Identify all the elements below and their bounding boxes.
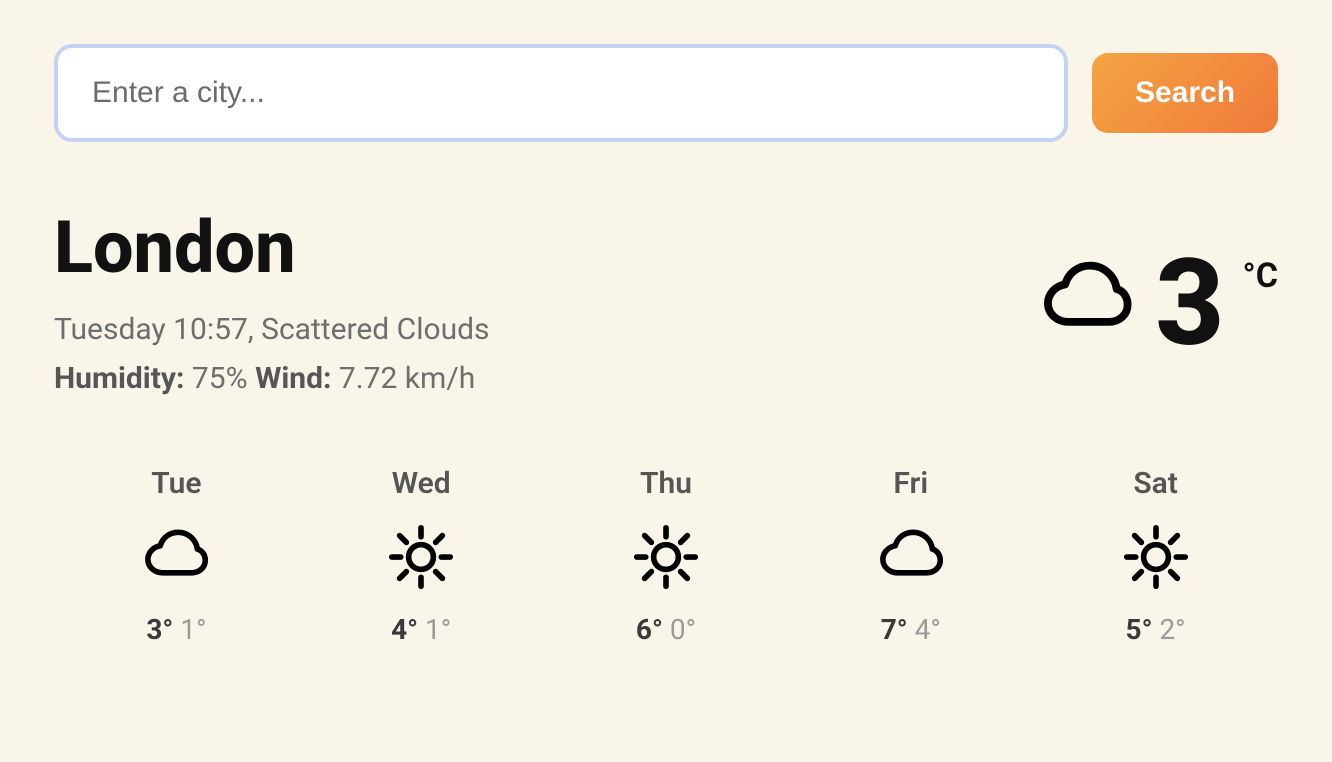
forecast-day: Tue 3° 1° — [140, 466, 212, 646]
forecast-hi: 6° — [636, 613, 663, 646]
forecast-temps: 5° 2° — [1126, 613, 1186, 646]
forecast-lo: 2° — [1159, 613, 1185, 646]
forecast-hi: 5° — [1126, 613, 1153, 646]
forecast-lo: 0° — [670, 613, 696, 646]
humidity-label: Humidity: — [54, 361, 184, 396]
city-search-input[interactable] — [54, 44, 1068, 142]
forecast-temps: 4° 1° — [391, 613, 451, 646]
forecast-hi: 4° — [391, 613, 418, 646]
forecast-lo: 1° — [180, 613, 206, 646]
forecast-day: Thu 6° 0° — [630, 466, 702, 646]
sun-icon — [385, 521, 457, 593]
temp-unit: °C — [1243, 256, 1279, 296]
forecast-day-label: Sat — [1133, 466, 1178, 501]
forecast-temps: 6° 0° — [636, 613, 696, 646]
current-temp-block: 3 °C — [1037, 250, 1278, 358]
city-name: London — [54, 212, 490, 284]
forecast-day-label: Wed — [392, 466, 451, 501]
forecast-temps: 3° 1° — [146, 613, 206, 646]
forecast-hi: 7° — [881, 613, 908, 646]
sun-icon — [630, 521, 702, 593]
forecast-day: Wed 4° 1° — [385, 466, 457, 646]
forecast-hi: 3° — [146, 613, 173, 646]
datetime-condition: Tuesday 10:57, Scattered Clouds — [54, 312, 490, 347]
search-button[interactable]: Search — [1092, 53, 1278, 133]
search-row: Search — [54, 44, 1278, 142]
current-left: London Tuesday 10:57, Scattered Clouds H… — [54, 212, 490, 396]
cloud-icon — [1037, 250, 1137, 350]
forecast-row: Tue 3° 1° Wed 4° 1° Thu 6° 0° Fri 7° 4° … — [54, 466, 1278, 646]
forecast-day: Sat 5° 2° — [1120, 466, 1192, 646]
forecast-day-label: Thu — [640, 466, 692, 501]
forecast-lo: 4° — [915, 613, 941, 646]
wind-value: 7.72 km/h — [339, 361, 475, 396]
wind-label: Wind: — [255, 361, 331, 396]
forecast-lo: 1° — [425, 613, 451, 646]
humidity-value: 75% — [192, 361, 248, 396]
current-temp: 3 — [1155, 250, 1224, 358]
sun-icon — [1120, 521, 1192, 593]
forecast-day-label: Tue — [151, 466, 201, 501]
humidity-wind-line: Humidity: 75% Wind: 7.72 km/h — [54, 361, 490, 396]
forecast-day-label: Fri — [893, 466, 928, 501]
cloud-icon — [875, 521, 947, 593]
forecast-temps: 7° 4° — [881, 613, 941, 646]
forecast-day: Fri 7° 4° — [875, 466, 947, 646]
current-weather: London Tuesday 10:57, Scattered Clouds H… — [54, 212, 1278, 396]
cloud-icon — [140, 521, 212, 593]
